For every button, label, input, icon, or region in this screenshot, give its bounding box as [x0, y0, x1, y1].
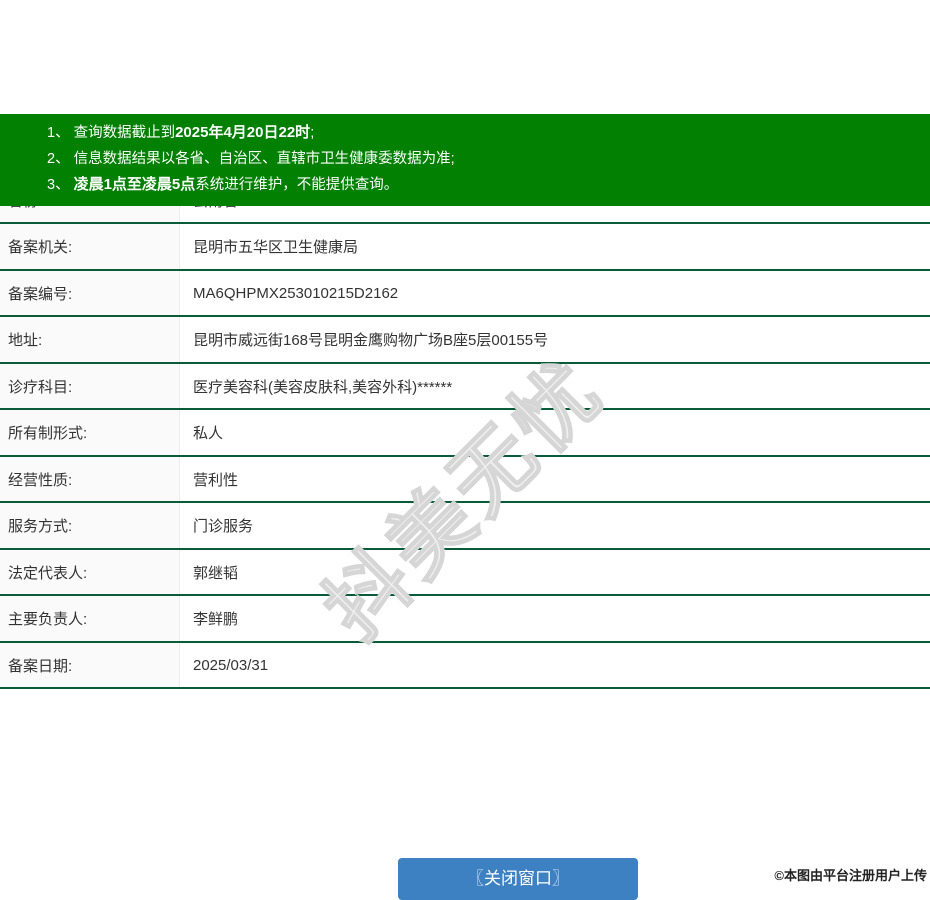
row-label: 经营性质:	[0, 456, 180, 502]
row-value: 李鲜鹏	[180, 596, 930, 641]
notice-1-bold: 2025年4月20日22时	[175, 124, 311, 141]
row-label: 所有制形式:	[0, 410, 180, 455]
table-row-address: 地址: 昆明市威远街168号昆明金鹰购物广场B座5层00155号	[0, 317, 930, 364]
notice-2-text: 2、 信息数据结果以各省、自治区、直辖市卫生健康委数据为准;	[47, 151, 455, 167]
registration-info-table: 省份: 云南省 备案机关: 昆明市五华区卫生健康局 备案编号: MA6QHPMX…	[0, 177, 930, 690]
row-value: MA6QHPMX253010215D2162	[180, 270, 930, 316]
row-value: 昆明市威远街168号昆明金鹰购物广场B座5层00155号	[180, 317, 930, 362]
table-row-filing-authority: 备案机关: 昆明市五华区卫生健康局	[0, 224, 930, 271]
table-row-clinical-departments: 诊疗科目: 医疗美容科(美容皮肤科,美容外科)******	[0, 363, 930, 411]
notice-banner: 1、 查询数据截止到2025年4月20日22时; 2、 信息数据结果以各省、自治…	[0, 114, 930, 206]
row-value: 2025/03/31	[180, 642, 930, 688]
row-label: 法定代表人:	[0, 549, 180, 595]
row-label: 主要负责人:	[0, 596, 180, 641]
notice-line-1: 1、 查询数据截止到2025年4月20日22时;	[47, 120, 920, 146]
notice-line-3: 3、 凌晨1点至凌晨5点系统进行维护，不能提供查询。	[47, 172, 920, 198]
table-row-service-mode: 服务方式: 门诊服务	[0, 503, 930, 550]
notice-3-bold: 凌晨1点至凌晨5点	[73, 176, 196, 193]
row-label: 备案编号:	[0, 270, 180, 316]
row-label: 服务方式:	[0, 503, 180, 548]
row-value: 昆明市五华区卫生健康局	[180, 224, 930, 269]
notice-3-tail: 系统进行维护，不能提供查询。	[195, 177, 399, 193]
upload-credit-watermark: ©本图由平台注册用户上传	[774, 868, 927, 883]
row-label: 地址:	[0, 317, 180, 362]
table-row-legal-representative: 法定代表人: 郭继韬	[0, 549, 930, 597]
row-label: 诊疗科目:	[0, 363, 180, 409]
row-value: 医疗美容科(美容皮肤科,美容外科)******	[180, 363, 930, 409]
table-row-filing-date: 备案日期: 2025/03/31	[0, 642, 930, 690]
row-value: 营利性	[180, 456, 930, 502]
row-label: 备案机关:	[0, 224, 180, 269]
table-row-filing-number: 备案编号: MA6QHPMX253010215D2162	[0, 270, 930, 318]
table-row-operating-nature: 经营性质: 营利性	[0, 456, 930, 504]
row-label: 备案日期:	[0, 642, 180, 688]
notice-line-2: 2、 信息数据结果以各省、自治区、直辖市卫生健康委数据为准;	[47, 146, 920, 172]
row-value: 私人	[180, 410, 930, 455]
close-window-button[interactable]: 〖关闭窗口〗	[398, 858, 638, 900]
notice-1-tail: ;	[310, 125, 315, 141]
row-value: 门诊服务	[180, 503, 930, 548]
notice-3-text: 3、	[47, 177, 74, 193]
table-row-main-person-in-charge: 主要负责人: 李鲜鹏	[0, 596, 930, 643]
row-value: 郭继韬	[180, 549, 930, 595]
notice-1-text: 1、 查询数据截止到	[47, 125, 176, 141]
table-row-ownership-form: 所有制形式: 私人	[0, 410, 930, 457]
